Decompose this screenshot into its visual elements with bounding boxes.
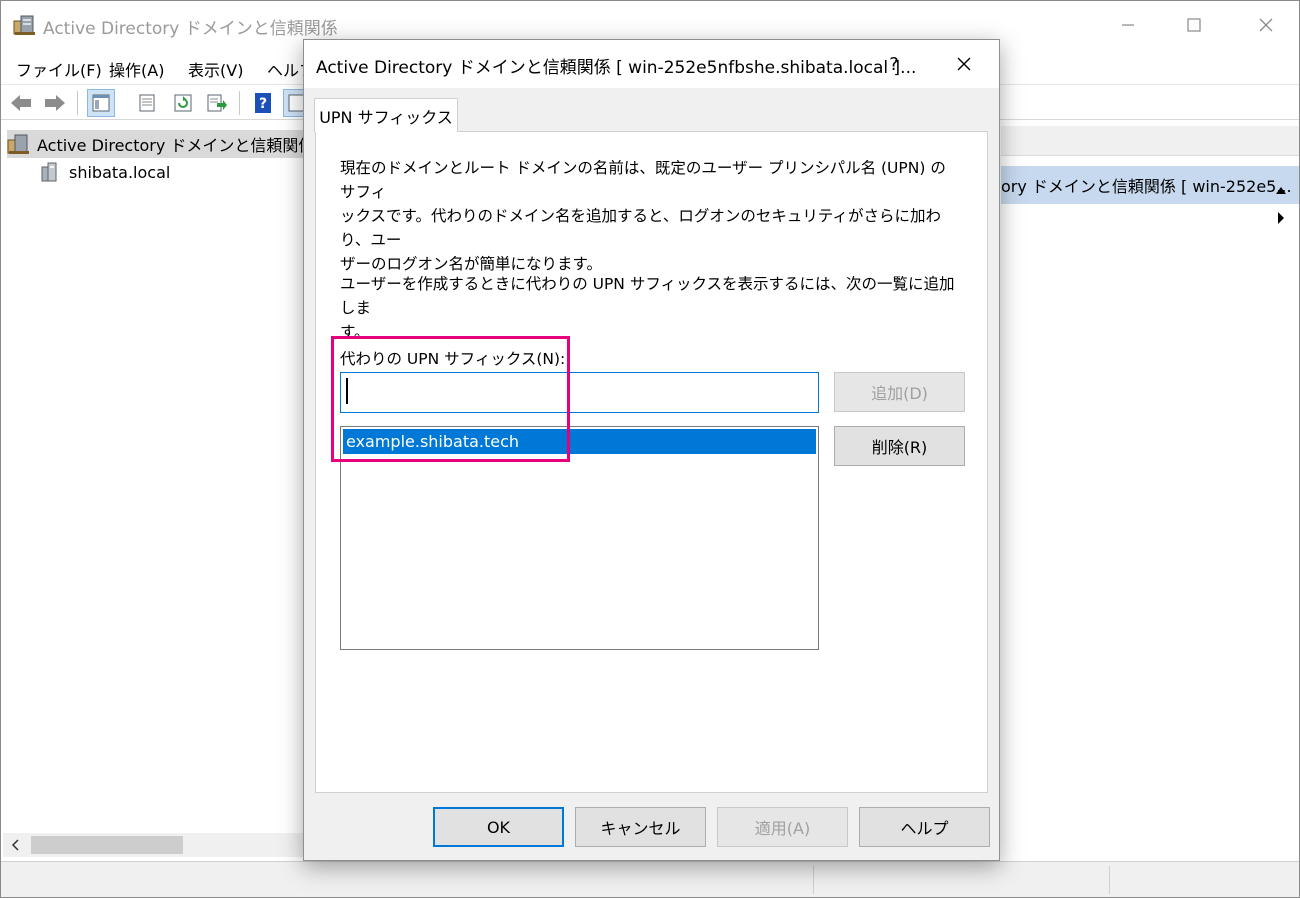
console-tree: Active Directory ドメインと信頼関係 shibata.local: [3, 122, 314, 860]
tab-panel: 現在のドメインとルート ドメインの名前は、既定のユーザー プリンシパル名 (UP…: [315, 131, 988, 793]
maximize-icon[interactable]: [1171, 7, 1217, 43]
status-bar: [1, 861, 1299, 897]
dialog-help-icon[interactable]: ?: [880, 50, 908, 78]
tree-horizontal-scrollbar[interactable]: [3, 833, 305, 857]
actions-section-label: ory ドメインと信頼関係 [ win-252e5...: [1001, 177, 1292, 196]
tree-root-item[interactable]: Active Directory ドメインと信頼関係: [7, 130, 314, 158]
tree-root-label: Active Directory ドメインと信頼関係: [37, 136, 315, 155]
app-ad-icon: [13, 13, 37, 37]
menu-file[interactable]: ファイル(F): [16, 57, 102, 81]
ok-button[interactable]: OK: [433, 807, 564, 847]
tab-upn-suffixes[interactable]: UPN サフィックス: [314, 98, 458, 132]
list-item[interactable]: example.shibata.tech: [343, 429, 816, 454]
dialog-title-bar: Active Directory ドメインと信頼関係 [ win-252e5nf…: [304, 40, 999, 88]
scroll-left-icon[interactable]: [9, 837, 21, 857]
upn-suffix-list[interactable]: example.shibata.tech: [340, 426, 819, 650]
svg-text:?: ?: [259, 96, 267, 112]
remove-button[interactable]: 削除(R): [834, 426, 965, 466]
upn-suffix-dialog: Active Directory ドメインと信頼関係 [ win-252e5nf…: [303, 39, 1000, 861]
back-arrow-icon[interactable]: [7, 89, 35, 117]
description-line: ックスです。代わりのドメイン名を追加すると、ログオンのセキュリティがさらに加わり…: [340, 207, 941, 249]
toolbar-separator: [239, 91, 240, 115]
menu-view[interactable]: 表示(V): [188, 57, 243, 81]
dialog-close-icon[interactable]: [940, 46, 988, 82]
expand-up-icon[interactable]: [1275, 180, 1287, 199]
add-button[interactable]: 追加(D): [834, 372, 965, 412]
actions-pane-header: [1001, 126, 1299, 156]
description-line: 現在のドメインとルート ドメインの名前は、既定のユーザー プリンシパル名 (UP…: [340, 159, 946, 201]
apply-button[interactable]: 適用(A): [717, 807, 848, 847]
cancel-button[interactable]: キャンセル: [575, 807, 706, 847]
upn-suffix-label: 代わりの UPN サフィックス(N):: [340, 350, 566, 368]
minimize-icon[interactable]: [1105, 7, 1151, 43]
instruction-paragraph: ユーザーを作成するときに代わりの UPN サフィックスを表示するには、次の一覧に…: [340, 272, 960, 344]
instruction-line: す。: [340, 323, 370, 341]
instruction-line: ユーザーを作成するときに代わりの UPN サフィックスを表示するには、次の一覧に…: [340, 275, 955, 317]
actions-section-header[interactable]: ory ドメインと信頼関係 [ win-252e5...: [1001, 166, 1299, 204]
tree-domain-label: shibata.local: [69, 162, 171, 182]
menu-help[interactable]: ヘルプ: [267, 57, 303, 81]
dialog-title: Active Directory ドメインと信頼関係 [ win-252e5nf…: [316, 58, 917, 78]
more-actions-icon[interactable]: [1277, 210, 1285, 229]
close-icon[interactable]: [1243, 7, 1289, 43]
ad-root-icon: [7, 132, 31, 156]
help-icon[interactable]: ?: [249, 89, 277, 117]
export-list-icon[interactable]: [203, 89, 231, 117]
properties-icon[interactable]: [133, 89, 161, 117]
help-button[interactable]: ヘルプ: [859, 807, 990, 847]
menu-action[interactable]: 操作(A): [109, 57, 164, 81]
text-caret: [346, 378, 348, 404]
description-paragraph: 現在のドメインとルート ドメインの名前は、既定のユーザー プリンシパル名 (UP…: [340, 156, 960, 276]
window-title: Active Directory ドメインと信頼関係: [43, 19, 338, 39]
forward-arrow-icon[interactable]: [41, 89, 69, 117]
domain-icon: [39, 161, 61, 183]
actions-pane: ory ドメインと信頼関係 [ win-252e5...: [1001, 122, 1299, 860]
toolbar-separator: [77, 91, 78, 115]
status-separator: [1109, 866, 1110, 894]
scrollbar-thumb[interactable]: [31, 836, 183, 854]
refresh-icon[interactable]: [169, 89, 197, 117]
upn-suffix-input[interactable]: [340, 372, 819, 413]
tree-domain-item[interactable]: shibata.local: [39, 158, 170, 186]
status-separator: [813, 866, 814, 894]
console-tree-icon[interactable]: [87, 89, 115, 117]
